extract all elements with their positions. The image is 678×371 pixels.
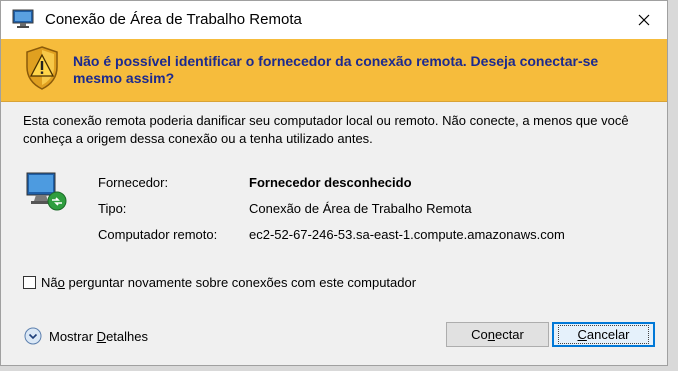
dont-ask-again-checkbox[interactable] bbox=[23, 276, 36, 289]
dialog-body: Esta conexão remota poderia danificar se… bbox=[1, 102, 667, 365]
type-label: Tipo: bbox=[98, 201, 127, 216]
type-value: Conexão de Área de Trabalho Remota bbox=[249, 201, 472, 216]
remote-computer-icon bbox=[26, 172, 67, 211]
show-details-toggle[interactable]: Mostrar Detalhes bbox=[24, 327, 148, 345]
provider-value: Fornecedor desconhecido bbox=[249, 175, 412, 190]
warning-banner: Não é possível identificar o fornecedor … bbox=[1, 39, 667, 102]
dont-ask-again-option[interactable]: Não perguntar novamente sobre conexões c… bbox=[23, 275, 416, 290]
window-title: Conexão de Área de Trabalho Remota bbox=[45, 11, 302, 28]
provider-label: Fornecedor: bbox=[98, 175, 169, 190]
remote-desktop-icon bbox=[12, 9, 34, 28]
chevron-down-circle-icon[interactable] bbox=[24, 327, 42, 345]
cancel-button[interactable]: Cancelar bbox=[552, 322, 655, 347]
close-button[interactable] bbox=[621, 1, 667, 39]
close-icon bbox=[638, 14, 650, 26]
remote-computer-value: ec2-52-67-246-53.sa-east-1.compute.amazo… bbox=[249, 227, 565, 242]
rdp-warning-dialog: Conexão de Área de Trabalho Remota Não é… bbox=[0, 0, 668, 366]
security-description: Esta conexão remota poderia danificar se… bbox=[23, 113, 629, 146]
dont-ask-again-label[interactable]: Não perguntar novamente sobre conexões c… bbox=[41, 275, 416, 290]
warning-shield-icon bbox=[26, 46, 58, 90]
title-bar[interactable]: Conexão de Área de Trabalho Remota bbox=[1, 1, 667, 39]
connect-button[interactable]: Conectar bbox=[446, 322, 549, 347]
remote-computer-label: Computador remoto: bbox=[98, 227, 218, 242]
warning-message: Não é possível identificar o fornecedor … bbox=[73, 53, 599, 86]
show-details-label[interactable]: Mostrar Detalhes bbox=[49, 329, 148, 344]
